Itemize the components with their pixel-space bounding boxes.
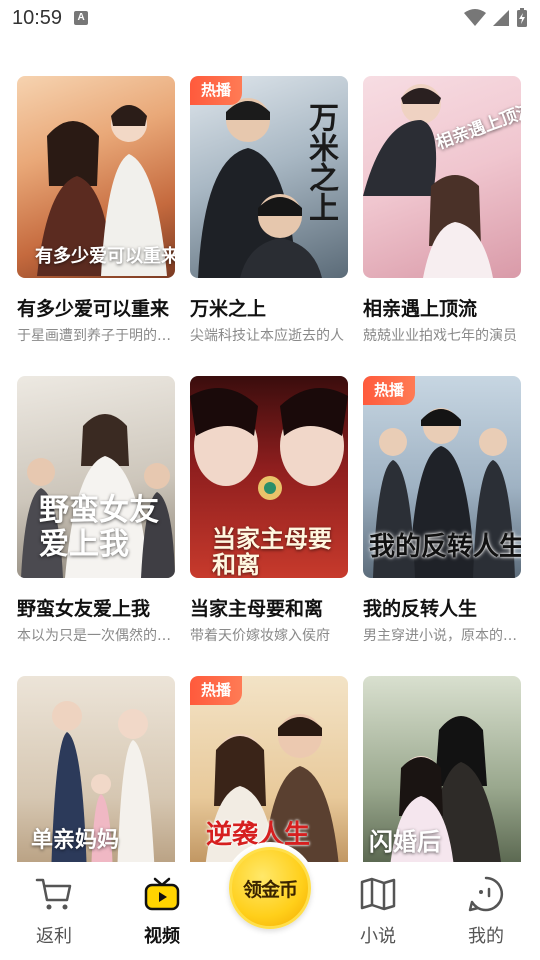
nav-item-mine[interactable]: 我的 bbox=[451, 874, 521, 948]
drama-poster[interactable]: 野蛮女友爱上我 bbox=[17, 376, 175, 578]
drama-title: 相亲遇上顶流 bbox=[363, 298, 478, 320]
poster-title: 野蛮女友爱上我 bbox=[39, 493, 159, 562]
nav-label: 小说 bbox=[360, 926, 396, 947]
drama-poster[interactable]: 万米之上 热播 bbox=[190, 76, 348, 278]
nav-item-rebate[interactable]: 返利 bbox=[19, 874, 89, 948]
bottom-nav: 返利 视频 领金币 小说 我的 bbox=[0, 842, 540, 960]
drama-poster[interactable]: 单亲妈妈 bbox=[17, 676, 175, 878]
coin-label: 领金币 bbox=[242, 878, 298, 901]
nav-label: 我的 bbox=[468, 926, 504, 947]
nav-label: 返利 bbox=[36, 926, 72, 947]
status-bar: 10:59 A bbox=[0, 0, 540, 36]
drama-poster[interactable]: 相亲遇上顶流 bbox=[363, 76, 521, 278]
drama-poster[interactable]: 当家主母要和离 bbox=[190, 376, 348, 578]
drama-card[interactable]: 有多少爱可以重来 有多少爱可以重来 于星画遭到养子于明的陷害 bbox=[17, 76, 175, 346]
gold-coin-icon: 领金币 bbox=[229, 847, 311, 929]
drama-card[interactable]: 当家主母要和离 当家主母要和离 带着天价嫁妆嫁入侯府 bbox=[190, 376, 348, 646]
drama-card[interactable]: 野蛮女友爱上我 野蛮女友爱上我 本以为只是一次偶然的相遇 bbox=[17, 376, 175, 646]
nav-item-video[interactable]: 视频 bbox=[127, 874, 197, 948]
drama-title: 野蛮女友爱上我 bbox=[17, 598, 151, 620]
drama-title: 我的反转人生 bbox=[363, 598, 478, 620]
book-icon bbox=[358, 874, 398, 914]
hot-badge: 热播 bbox=[363, 376, 416, 405]
poster-title: 闪婚后 bbox=[369, 827, 441, 856]
poster-title: 有多少爱可以重来 bbox=[35, 246, 175, 267]
nav-item-novel[interactable]: 小说 bbox=[343, 874, 413, 948]
drama-poster[interactable]: 我的反转人生 热播 bbox=[363, 376, 521, 578]
drama-title: 万米之上 bbox=[190, 298, 267, 320]
drama-card[interactable]: 相亲遇上顶流 相亲遇上顶流 兢兢业业拍戏七年的演员 bbox=[363, 76, 521, 346]
poster-title: 万米之上 bbox=[303, 102, 338, 222]
drama-card[interactable]: 单亲妈妈 bbox=[17, 676, 175, 878]
status-time: 10:59 bbox=[12, 6, 63, 29]
drama-poster[interactable]: 闪婚后 bbox=[363, 676, 521, 878]
drama-desc: 本以为只是一次偶然的相遇 bbox=[17, 628, 175, 644]
drama-card[interactable]: 我的反转人生 热播 我的反转人生 男主穿进小说，原本的人生 bbox=[363, 376, 521, 646]
hot-badge: 热播 bbox=[190, 76, 243, 105]
drama-desc: 于星画遭到养子于明的陷害 bbox=[17, 328, 175, 344]
poster-title: 我的反转人生 bbox=[369, 532, 521, 562]
drama-desc: 尖端科技让本应逝去的人 bbox=[190, 328, 344, 344]
poster-title: 当家主母要和离 bbox=[212, 524, 332, 578]
drama-card[interactable]: 闪婚后 bbox=[363, 676, 521, 878]
drama-desc: 兢兢业业拍戏七年的演员 bbox=[363, 328, 517, 344]
profile-face-icon bbox=[466, 874, 506, 914]
notification-a-icon: A bbox=[74, 11, 89, 25]
drama-title: 有多少爱可以重来 bbox=[17, 298, 170, 320]
drama-desc: 男主穿进小说，原本的人生 bbox=[363, 628, 521, 644]
drama-desc: 带着天价嫁妆嫁入侯府 bbox=[190, 628, 330, 644]
tv-icon bbox=[142, 874, 182, 914]
drama-card[interactable]: 万米之上 热播 万米之上 尖端科技让本应逝去的人 bbox=[190, 76, 348, 346]
poster-title: 单亲妈妈 bbox=[31, 827, 120, 853]
status-icons bbox=[464, 8, 528, 28]
battery-charging-icon bbox=[517, 8, 527, 27]
drama-title: 当家主母要和离 bbox=[190, 598, 324, 620]
nav-label: 视频 bbox=[144, 926, 180, 947]
hot-badge: 热播 bbox=[190, 676, 243, 705]
wifi-icon bbox=[464, 9, 486, 26]
get-coins-button[interactable]: 领金币 bbox=[224, 842, 316, 934]
drama-poster[interactable]: 有多少爱可以重来 bbox=[17, 76, 175, 278]
signal-icon bbox=[493, 10, 509, 26]
cart-icon bbox=[34, 874, 74, 914]
